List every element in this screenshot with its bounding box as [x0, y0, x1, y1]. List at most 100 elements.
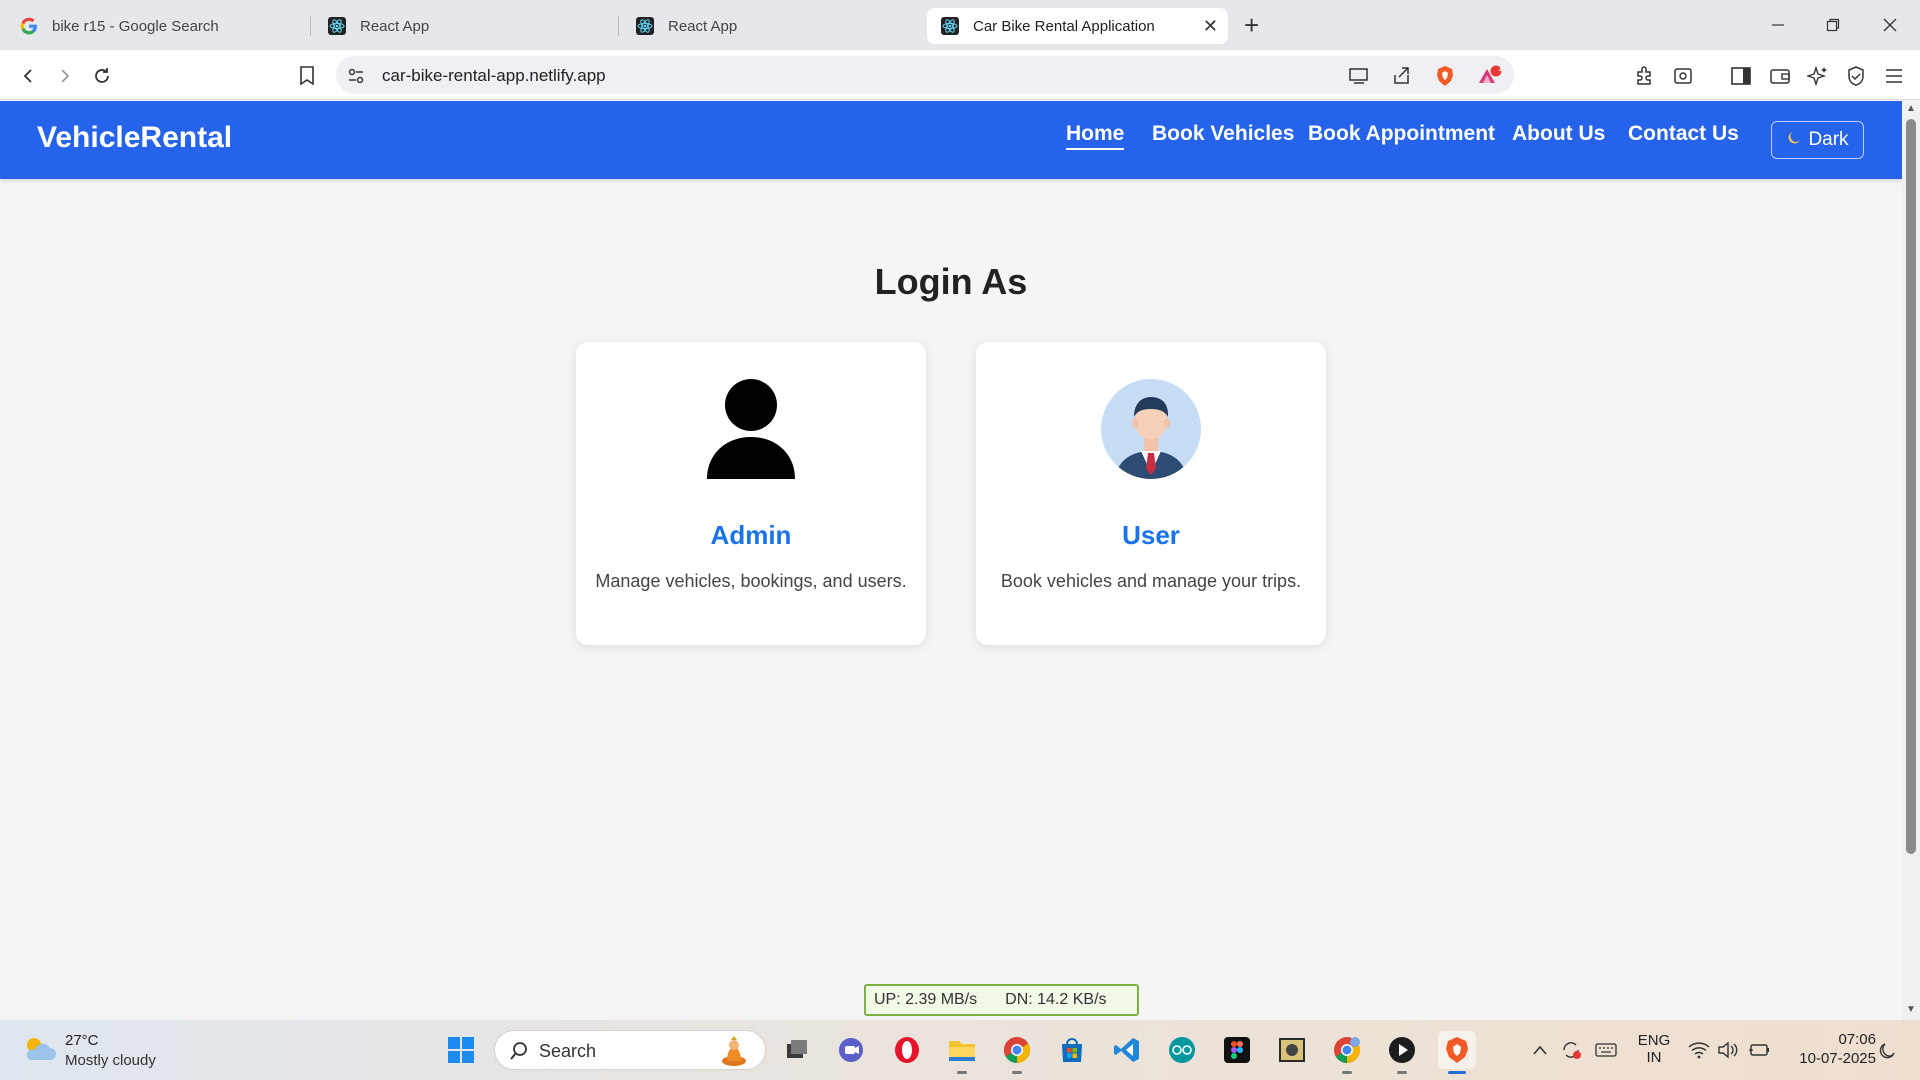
bookmark-icon[interactable]: [293, 62, 321, 90]
arduino-icon[interactable]: [1163, 1031, 1201, 1069]
language-indicator[interactable]: ENG IN: [1637, 1032, 1671, 1066]
search-highlight-icon: [719, 1035, 749, 1072]
new-tab-button[interactable]: +: [1244, 10, 1259, 40]
microsoft-store-icon[interactable]: [1053, 1031, 1091, 1069]
tab-react-app[interactable]: React App: [314, 8, 614, 44]
reader-mode-icon[interactable]: [1671, 64, 1695, 88]
card-description: Book vehicles and manage your trips.: [1000, 571, 1302, 591]
chevron-up-icon[interactable]: [1529, 1040, 1551, 1060]
taskbar-search-box[interactable]: Search: [494, 1030, 766, 1070]
nav-link-about-us[interactable]: About Us: [1512, 122, 1605, 146]
file-explorer-icon[interactable]: [943, 1031, 981, 1074]
running-indicator: [957, 1071, 967, 1074]
wallet-icon[interactable]: [1768, 64, 1792, 88]
tab-react-app[interactable]: React App: [622, 8, 922, 44]
restore-button[interactable]: [1813, 10, 1853, 40]
weather-temperature[interactable]: 27°C: [65, 1032, 99, 1049]
admin-login-card[interactable]: Admin Manage vehicles, bookings, and use…: [576, 342, 926, 645]
page-scrollbar[interactable]: ▲ ▼: [1902, 101, 1920, 1020]
search-label: Search: [539, 1041, 597, 1061]
close-window-button[interactable]: [1870, 10, 1910, 40]
cloudy-weather-icon[interactable]: [22, 1034, 56, 1064]
chrome-icon[interactable]: [998, 1031, 1036, 1074]
scroll-down-arrow-icon[interactable]: ▼: [1906, 1004, 1916, 1015]
tab-title: Car Bike Rental Application: [973, 17, 1155, 35]
share-icon[interactable]: [1391, 65, 1413, 87]
battery-icon[interactable]: [1748, 1040, 1770, 1060]
site-navbar: VehicleRental Home Book Vehicles Book Ap…: [0, 101, 1902, 179]
extensions-icon[interactable]: [1633, 64, 1657, 88]
wifi-icon[interactable]: [1688, 1040, 1710, 1060]
react-icon: [941, 17, 959, 35]
tab-divider: [618, 16, 619, 36]
reload-button[interactable]: [88, 62, 116, 90]
sync-icon[interactable]: [1560, 1040, 1582, 1060]
vpn-shield-icon[interactable]: [1844, 64, 1868, 88]
react-icon: [328, 17, 346, 35]
media-app-icon[interactable]: [1273, 1031, 1311, 1069]
leo-ai-icon[interactable]: [1806, 64, 1830, 88]
google-icon: [20, 17, 38, 35]
chrome-profile-icon[interactable]: [1328, 1031, 1366, 1074]
address-bar[interactable]: car-bike-rental-app.netlify.app 1: [336, 56, 1514, 94]
download-speed: DN: 14.2 KB/s: [1005, 991, 1107, 1008]
opera-icon[interactable]: [888, 1031, 926, 1069]
nav-link-book-appointment[interactable]: Book Appointment: [1308, 122, 1495, 146]
tab-google-search[interactable]: bike r15 - Google Search: [6, 8, 306, 44]
rewards-count: 1: [1498, 63, 1504, 73]
page-title: Login As: [874, 261, 1028, 302]
card-title: Admin: [710, 520, 792, 550]
menu-icon[interactable]: [1882, 64, 1906, 88]
user-login-card[interactable]: User Book vehicles and manage your trips…: [976, 342, 1326, 645]
volume-icon[interactable]: [1717, 1040, 1739, 1060]
sidebar-toggle-icon[interactable]: [1729, 64, 1753, 88]
upload-speed: UP: 2.39 MB/s: [874, 991, 978, 1008]
windows-taskbar: 27°C Mostly cloudy Search ENG IN 07:06 1…: [0, 1020, 1920, 1080]
language-code: ENG: [1637, 1032, 1671, 1049]
keyboard-icon[interactable]: [1595, 1040, 1617, 1060]
tab-title: React App: [668, 17, 738, 35]
tab-car-bike-rental[interactable]: Car Bike Rental Application ✕: [927, 8, 1228, 44]
person-silhouette-icon: [701, 379, 801, 479]
forward-button[interactable]: [51, 62, 79, 90]
tab-title: React App: [360, 17, 430, 35]
nav-link-book-vehicles[interactable]: Book Vehicles: [1152, 122, 1294, 146]
running-indicator: [1342, 1071, 1352, 1074]
site-brand[interactable]: VehicleRental: [37, 121, 232, 155]
dark-mode-button[interactable]: Dark: [1771, 121, 1864, 159]
clock-date: 10-07-2025: [1799, 1050, 1876, 1067]
businessman-avatar-icon: [1101, 379, 1201, 479]
scroll-thumb[interactable]: [1906, 119, 1916, 854]
clock-time: 07:06: [1838, 1031, 1876, 1048]
brave-browser-icon[interactable]: [1438, 1031, 1476, 1074]
active-app-indicator: [1448, 1071, 1466, 1074]
weather-description[interactable]: Mostly cloudy: [65, 1052, 156, 1069]
react-icon: [636, 17, 654, 35]
nav-link-contact-us[interactable]: Contact Us: [1628, 122, 1739, 146]
card-description: Manage vehicles, bookings, and users.: [595, 571, 907, 591]
teams-meet-icon[interactable]: [833, 1031, 871, 1069]
task-view-icon[interactable]: [778, 1031, 816, 1069]
moon-icon: [1786, 129, 1802, 151]
focus-moon-icon[interactable]: [1877, 1040, 1899, 1060]
tab-title: bike r15 - Google Search: [52, 17, 219, 35]
clock[interactable]: 07:06 10-07-2025: [1782, 1031, 1876, 1067]
browser-tab-strip: bike r15 - Google Search React App React…: [0, 0, 1920, 50]
windows-start-icon[interactable]: [442, 1031, 480, 1069]
search-icon: [509, 1041, 529, 1066]
card-title: User: [1122, 520, 1180, 550]
scroll-up-arrow-icon[interactable]: ▲: [1906, 103, 1916, 114]
nav-link-home[interactable]: Home: [1066, 122, 1125, 150]
minimize-button[interactable]: [1758, 10, 1798, 40]
browser-toolbar: car-bike-rental-app.netlify.app 1: [0, 50, 1920, 100]
brave-shields-icon[interactable]: [1434, 65, 1456, 87]
vscode-icon[interactable]: [1108, 1031, 1146, 1069]
back-button[interactable]: [14, 62, 42, 90]
url-text[interactable]: car-bike-rental-app.netlify.app: [382, 66, 606, 86]
site-settings-icon[interactable]: [345, 65, 367, 87]
media-player-icon[interactable]: [1383, 1031, 1421, 1074]
cast-icon[interactable]: [1348, 65, 1370, 87]
figma-icon[interactable]: [1218, 1031, 1256, 1069]
network-speed-widget: UP: 2.39 MB/s DN: 14.2 KB/s: [864, 984, 1139, 1016]
close-tab-icon[interactable]: ✕: [1203, 17, 1218, 35]
